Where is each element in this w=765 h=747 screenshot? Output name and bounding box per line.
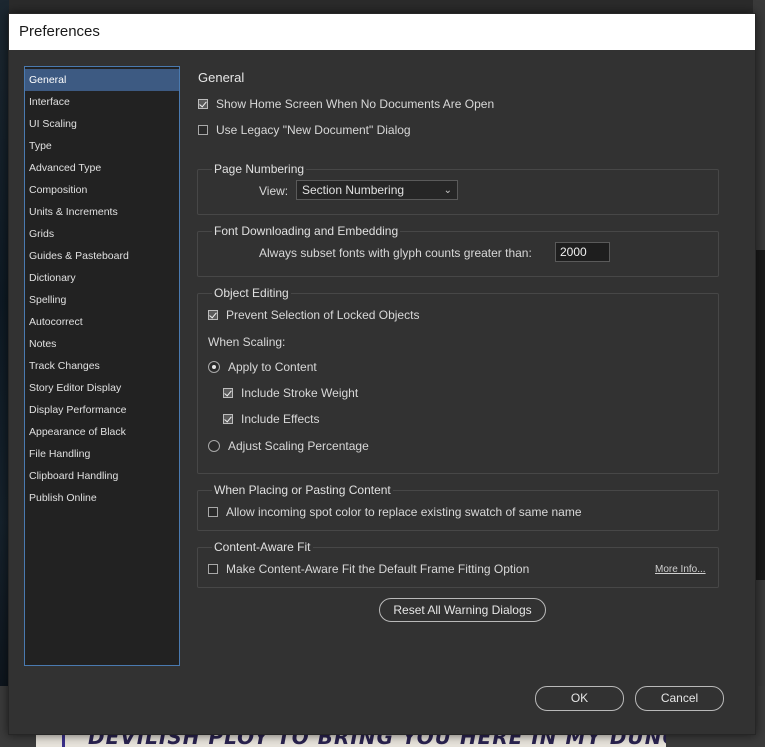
view-dropdown-value: Section Numbering [302, 183, 405, 197]
placing-content-group: When Placing or Pasting Content Allow in… [197, 483, 719, 531]
prevent-selection-locked-label: Prevent Selection of Locked Objects [226, 308, 420, 322]
include-effects-label: Include Effects [241, 412, 320, 426]
prevent-selection-locked-checkbox[interactable]: Prevent Selection of Locked Objects [208, 308, 419, 322]
object-editing-group: Object Editing Prevent Selection of Lock… [197, 286, 719, 474]
include-stroke-weight-checkbox[interactable]: Include Stroke Weight [223, 386, 358, 400]
allow-spot-color-label: Allow incoming spot color to replace exi… [226, 505, 582, 519]
checkbox-unchecked-icon [208, 564, 218, 574]
sidebar-item-advanced-type[interactable]: Advanced Type [25, 157, 179, 179]
subset-fonts-label: Always subset fonts with glyph counts gr… [259, 246, 532, 260]
adjust-scaling-percentage-label: Adjust Scaling Percentage [228, 439, 369, 453]
sidebar-item-appearance-of-black[interactable]: Appearance of Black [25, 421, 179, 443]
font-downloading-legend: Font Downloading and Embedding [212, 224, 401, 238]
content-aware-fit-group: Content-Aware Fit Make Content-Aware Fit… [197, 540, 719, 588]
object-editing-legend: Object Editing [212, 286, 291, 300]
sidebar-item-autocorrect[interactable]: Autocorrect [25, 311, 179, 333]
sidebar-item-notes[interactable]: Notes [25, 333, 179, 355]
use-legacy-new-document-checkbox[interactable]: Use Legacy "New Document" Dialog [198, 123, 411, 137]
radio-unselected-icon [208, 440, 220, 452]
sidebar-item-clipboard-handling[interactable]: Clipboard Handling [25, 465, 179, 487]
radio-selected-icon [208, 361, 220, 373]
content-aware-default-checkbox[interactable]: Make Content-Aware Fit the Default Frame… [208, 562, 529, 576]
sidebar-item-units-and-increments[interactable]: Units & Increments [25, 201, 179, 223]
use-legacy-new-document-label: Use Legacy "New Document" Dialog [216, 123, 411, 137]
checkbox-checked-icon [223, 414, 233, 424]
sidebar-item-publish-online[interactable]: Publish Online [25, 487, 179, 509]
section-heading: General [198, 70, 245, 85]
sidebar-item-general[interactable]: General [25, 69, 179, 91]
dialog-title: Preferences [9, 14, 755, 50]
preferences-dialog: Preferences General Interface UI Scaling Ty… [8, 13, 756, 735]
content-aware-default-label: Make Content-Aware Fit the Default Frame… [226, 562, 530, 576]
page-numbering-group: Page Numbering View: Section Numbering ⌄ [197, 162, 719, 215]
adjust-scaling-percentage-radio[interactable]: Adjust Scaling Percentage [208, 439, 369, 453]
sidebar-item-interface[interactable]: Interface [25, 91, 179, 113]
sidebar-item-guides-and-pasteboard[interactable]: Guides & Pasteboard [25, 245, 179, 267]
checkbox-unchecked-icon [208, 507, 218, 517]
view-dropdown[interactable]: Section Numbering ⌄ [296, 180, 458, 200]
page-numbering-legend: Page Numbering [212, 162, 307, 176]
checkbox-checked-icon [198, 99, 208, 109]
preferences-sidebar: General Interface UI Scaling Type Advanced T… [24, 66, 180, 666]
apply-to-content-radio[interactable]: Apply to Content [208, 360, 317, 374]
show-home-screen-checkbox[interactable]: Show Home Screen When No Documents Are O… [198, 97, 494, 111]
sidebar-item-story-editor-display[interactable]: Story Editor Display [25, 377, 179, 399]
sidebar-item-composition[interactable]: Composition [25, 179, 179, 201]
sidebar-item-type[interactable]: Type [25, 135, 179, 157]
include-stroke-weight-label: Include Stroke Weight [241, 386, 359, 400]
include-effects-checkbox[interactable]: Include Effects [223, 412, 320, 426]
subset-glyph-count-input[interactable]: 2000 [555, 242, 610, 262]
sidebar-item-ui-scaling[interactable]: UI Scaling [25, 113, 179, 135]
cancel-button[interactable]: Cancel [635, 686, 724, 711]
sidebar-item-file-handling[interactable]: File Handling [25, 443, 179, 465]
sidebar-item-grids[interactable]: Grids [25, 223, 179, 245]
checkbox-checked-icon [208, 310, 218, 320]
placing-content-legend: When Placing or Pasting Content [212, 483, 393, 497]
more-info-link[interactable]: More Info... [655, 564, 706, 575]
reset-all-warning-dialogs-button[interactable]: Reset All Warning Dialogs [379, 598, 546, 622]
sidebar-item-dictionary[interactable]: Dictionary [25, 267, 179, 289]
view-label: View: [259, 184, 289, 198]
when-scaling-label: When Scaling: [208, 335, 286, 349]
apply-to-content-label: Apply to Content [228, 360, 317, 374]
checkbox-checked-icon [223, 388, 233, 398]
sidebar-item-track-changes[interactable]: Track Changes [25, 355, 179, 377]
sidebar-item-spelling[interactable]: Spelling [25, 289, 179, 311]
content-aware-fit-legend: Content-Aware Fit [212, 540, 313, 554]
font-downloading-group: Font Downloading and Embedding Always su… [197, 224, 719, 277]
checkbox-unchecked-icon [198, 125, 208, 135]
sidebar-item-display-performance[interactable]: Display Performance [25, 399, 179, 421]
allow-spot-color-checkbox[interactable]: Allow incoming spot color to replace exi… [208, 505, 582, 519]
ok-button[interactable]: OK [535, 686, 624, 711]
show-home-screen-label: Show Home Screen When No Documents Are O… [216, 97, 495, 111]
chevron-down-icon: ⌄ [443, 184, 452, 196]
